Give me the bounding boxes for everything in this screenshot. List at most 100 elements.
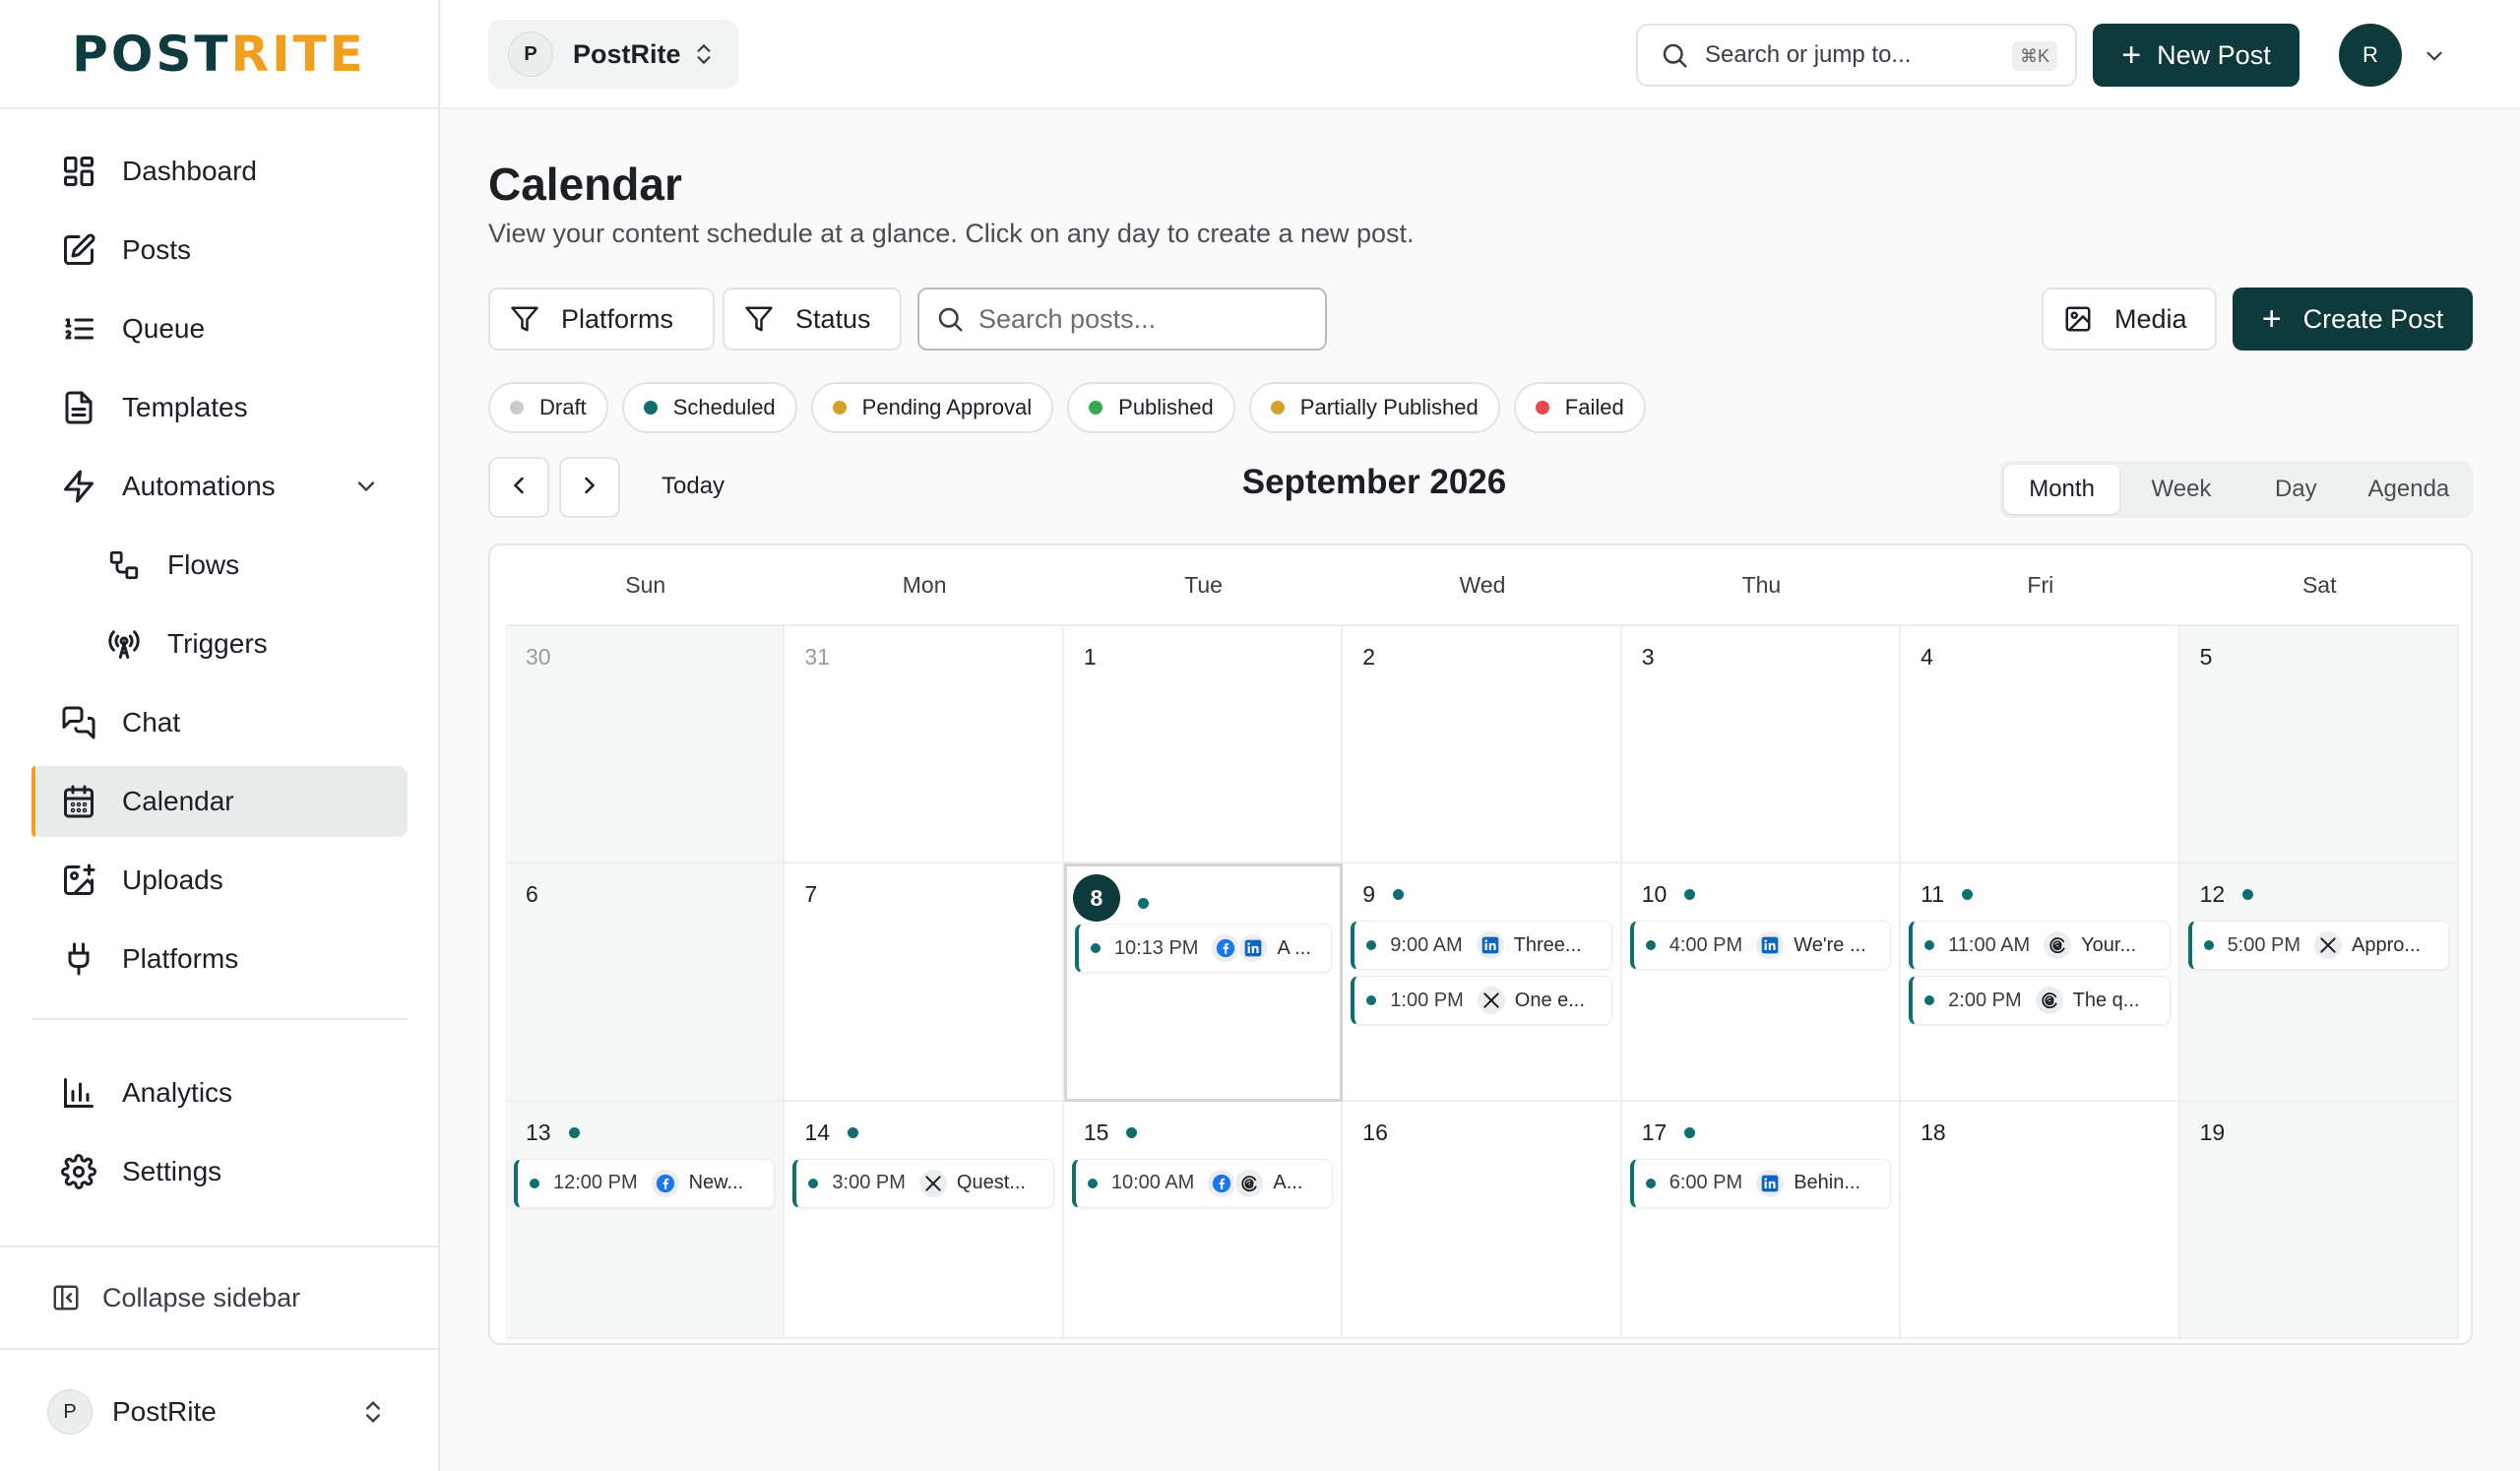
calendar-day-cell[interactable]: 8 10:13 PM A ...: [1063, 863, 1344, 1102]
sidebar-item-queue[interactable]: Queue: [32, 293, 408, 364]
legend-chip-pending-approval[interactable]: Pending Approval: [810, 382, 1054, 433]
calendar-day-cell[interactable]: 16: [1343, 1101, 1622, 1339]
day-number: 16: [1362, 1119, 1388, 1146]
legend-chip-draft[interactable]: Draft: [488, 382, 608, 433]
status-dot: [832, 401, 847, 415]
event-time: 11:00 AM: [1948, 933, 2031, 956]
radio-tower-icon: [104, 624, 144, 664]
weekday-label: Tue: [1184, 571, 1223, 598]
sidebar-item-flows[interactable]: Flows: [32, 530, 408, 601]
calendar-day-cell[interactable]: 19: [2179, 1101, 2459, 1339]
next-month-button[interactable]: [559, 457, 620, 518]
calendar-event[interactable]: 5:00 PM Appro...: [2187, 921, 2449, 971]
event-text: We're ...: [1794, 933, 1866, 956]
calendar-event[interactable]: 2:00 PM The q...: [1909, 976, 2171, 1026]
day-number: 8: [1072, 874, 1149, 923]
calendar-day-cell[interactable]: 15 10:00 AM A...: [1063, 1101, 1344, 1339]
global-search-input[interactable]: Search or jump to... ⌘K: [1636, 24, 2077, 87]
calendar-event[interactable]: 6:00 PM Behin...: [1629, 1158, 1892, 1208]
sidebar-item-label: Calendar: [122, 786, 234, 816]
sidebar-item-dashboard[interactable]: Dashboard: [32, 136, 408, 207]
sidebar-item-settings[interactable]: Settings: [32, 1136, 408, 1207]
calendar-day-cell[interactable]: 14 3:00 PM Quest...: [785, 1101, 1064, 1339]
calendar-day-cell[interactable]: 10 4:00 PM We're ...: [1621, 863, 1902, 1102]
sidebar-item-label: Settings: [122, 1156, 222, 1186]
calendar-event[interactable]: 3:00 PM Quest...: [792, 1158, 1054, 1208]
logo-text-rite: RITE: [230, 25, 366, 83]
calendar-day-cell[interactable]: 13 12:00 PM New...: [506, 1101, 786, 1339]
day-number: 14: [804, 1119, 859, 1146]
platforms-filter-button[interactable]: Platforms: [488, 288, 715, 351]
calendar-event[interactable]: 1:00 PM One e...: [1351, 976, 1612, 1026]
sidebar-item-platforms[interactable]: Platforms: [32, 924, 408, 994]
calendar-event[interactable]: 10:00 AM A...: [1071, 1158, 1334, 1208]
calendar-day-cell[interactable]: 3: [1621, 626, 1902, 864]
calendar-day-cell[interactable]: 12 5:00 PM Appro...: [2179, 863, 2459, 1102]
legend-chip-scheduled[interactable]: Scheduled: [621, 382, 797, 433]
sidebar-item-triggers[interactable]: Triggers: [32, 608, 408, 679]
chevron-down-icon[interactable]: [2422, 43, 2447, 74]
event-text: Appro...: [2352, 933, 2422, 956]
sidebar-item-label: Posts: [122, 234, 192, 265]
sidebar-item-uploads[interactable]: Uploads: [32, 845, 408, 916]
calendar-event[interactable]: 11:00 AM Your...: [1909, 921, 2171, 971]
workspace-avatar: P: [47, 1389, 93, 1435]
calendar-event[interactable]: 10:13 PM A ...: [1074, 924, 1333, 974]
previous-month-button[interactable]: [488, 457, 549, 518]
chevrons-up-down-icon: [359, 1398, 387, 1433]
workspace-switcher-footer[interactable]: P PostRite: [0, 1363, 438, 1461]
tab-month[interactable]: Month: [2004, 465, 2120, 514]
tab-agenda[interactable]: Agenda: [2349, 465, 2469, 514]
media-button[interactable]: Media: [2042, 288, 2217, 351]
calendar-day-cell[interactable]: 30: [506, 626, 786, 864]
sidebar-item-templates[interactable]: Templates: [32, 372, 408, 443]
app-logo[interactable]: POST RITE: [0, 0, 438, 109]
calendar-day-cell[interactable]: 1: [1063, 626, 1344, 864]
legend-chip-failed[interactable]: Failed: [1513, 382, 1646, 433]
sidebar-item-label: Uploads: [122, 864, 223, 895]
tab-day[interactable]: Day: [2243, 465, 2349, 514]
has-events-dot: [1137, 897, 1149, 909]
sidebar-item-chat[interactable]: Chat: [32, 687, 408, 758]
event-time: 2:00 PM: [1948, 989, 2022, 1011]
calendar-day-cell[interactable]: 9 9:00 AM Three... 1:00 PM One e...: [1343, 863, 1622, 1102]
collapse-sidebar-button[interactable]: Collapse sidebar: [0, 1246, 438, 1350]
calendar-day-cell[interactable]: 18: [1901, 1101, 2180, 1339]
calendar-event[interactable]: 9:00 AM Three...: [1351, 921, 1612, 971]
sidebar-item-calendar[interactable]: Calendar: [32, 766, 408, 837]
calendar-day-cell[interactable]: 2: [1343, 626, 1622, 864]
calendar-event[interactable]: 4:00 PM We're ...: [1629, 921, 1892, 971]
calendar-day-cell[interactable]: 6: [506, 863, 786, 1102]
status-dot: [510, 401, 524, 415]
create-post-button[interactable]: + Create Post: [2233, 288, 2473, 351]
event-text: The q...: [2072, 989, 2140, 1011]
calendar-day-cell[interactable]: 4: [1901, 626, 2180, 864]
day-number: 6: [526, 881, 538, 908]
workspace-switcher[interactable]: P PostRite: [488, 20, 738, 89]
sidebar-collapse-icon: [51, 1283, 81, 1312]
search-posts-input[interactable]: Search posts...: [917, 288, 1327, 351]
chevron-down-icon[interactable]: [352, 473, 380, 507]
sidebar-item-posts[interactable]: Posts: [32, 215, 408, 286]
sidebar-item-automations[interactable]: Automations: [32, 451, 408, 522]
status-filter-button[interactable]: Status: [723, 288, 902, 351]
day-number: 17: [1642, 1119, 1696, 1146]
sidebar-item-analytics[interactable]: Analytics: [32, 1057, 408, 1128]
legend-label: Scheduled: [672, 395, 776, 419]
day-number-text: 2: [1362, 644, 1376, 670]
calendar-day-cell[interactable]: 11 11:00 AM Your... 2:00 PM The q...: [1901, 863, 2180, 1102]
calendar-day-cell[interactable]: 7: [785, 863, 1064, 1102]
calendar-day-cell[interactable]: 5: [2179, 626, 2459, 864]
legend-chip-published[interactable]: Published: [1067, 382, 1235, 433]
today-button[interactable]: Today: [662, 473, 724, 500]
chat-icon: [59, 703, 98, 742]
search-icon: [935, 304, 965, 334]
user-avatar[interactable]: R: [2339, 24, 2402, 87]
calendar-day-cell[interactable]: 31: [785, 626, 1064, 864]
calendar-day-cell[interactable]: 17 6:00 PM Behin...: [1621, 1101, 1902, 1339]
chevrons-up-down-icon: [691, 41, 717, 74]
legend-chip-partially-published[interactable]: Partially Published: [1248, 382, 1500, 433]
new-post-button[interactable]: + New Post: [2093, 24, 2300, 87]
calendar-event[interactable]: 12:00 PM New...: [514, 1158, 776, 1208]
tab-week[interactable]: Week: [2119, 465, 2243, 514]
